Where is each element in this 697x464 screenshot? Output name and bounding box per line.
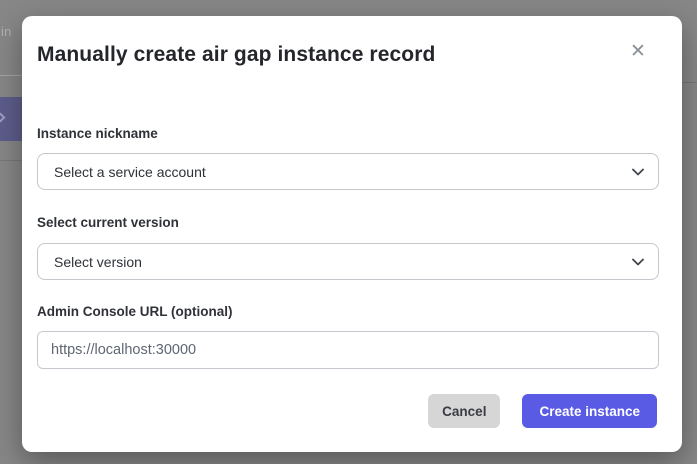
chevron-down-icon xyxy=(632,258,644,266)
chevron-down-icon xyxy=(632,168,644,176)
cancel-button[interactable]: Cancel xyxy=(428,394,500,428)
modal-actions: Cancel Create instance xyxy=(428,394,657,428)
admin-console-url-input[interactable] xyxy=(37,331,659,369)
select-current-version-label: Select current version xyxy=(37,215,179,230)
instance-nickname-select[interactable]: Select a service account xyxy=(37,153,659,190)
background-sidebar-active-item xyxy=(0,97,23,141)
chevron-right-icon xyxy=(0,113,5,123)
admin-console-url-label: Admin Console URL (optional) xyxy=(37,304,233,319)
screen: in Manually create air gap instance reco… xyxy=(0,0,697,464)
close-icon[interactable]: ✕ xyxy=(624,38,652,66)
background-divider xyxy=(0,160,24,161)
background-divider xyxy=(0,75,24,76)
instance-nickname-label: Instance nickname xyxy=(37,126,158,141)
current-version-select[interactable]: Select version xyxy=(37,243,659,280)
modal-title: Manually create air gap instance record xyxy=(37,43,435,67)
select-selected-value: Select version xyxy=(54,254,632,270)
create-air-gap-instance-modal: Manually create air gap instance record … xyxy=(22,16,682,452)
background-divider xyxy=(681,82,697,83)
background-clipped-text: in xyxy=(1,24,12,39)
select-selected-value: Select a service account xyxy=(54,164,632,180)
create-instance-button[interactable]: Create instance xyxy=(522,394,657,428)
